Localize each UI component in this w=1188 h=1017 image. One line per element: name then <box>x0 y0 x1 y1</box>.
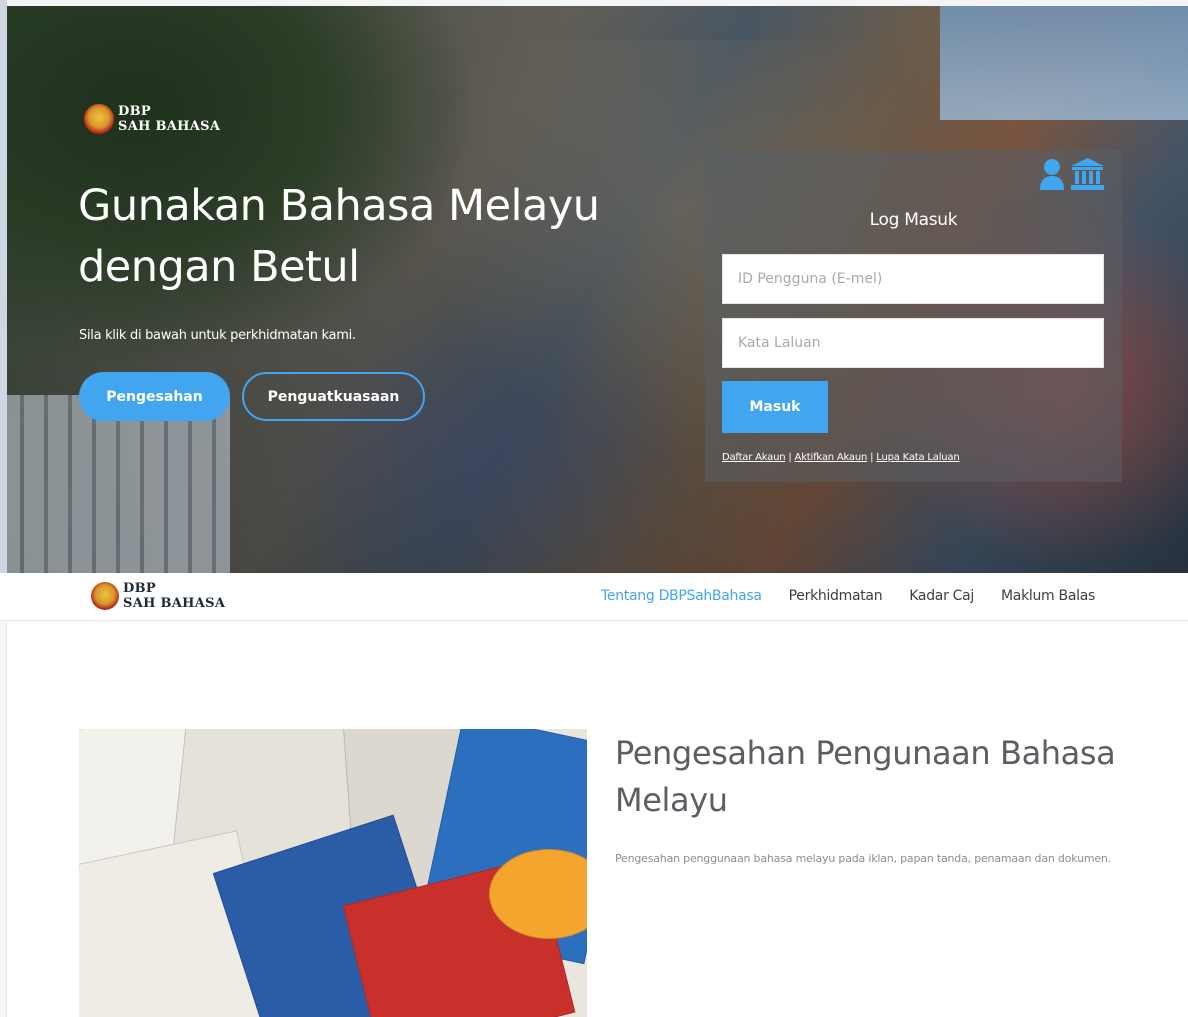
hero-left-edge <box>0 0 7 573</box>
hero-top-edge <box>0 0 1188 6</box>
nav-item-kadar-caj[interactable]: Kadar Caj <box>909 588 974 604</box>
navbar-links: Tentang DBPSahBahasa Perkhidmatan Kadar … <box>574 588 1095 604</box>
navbar-brand-line2: SAH BAHASA <box>123 596 226 611</box>
aktifkan-akaun-link[interactable]: Aktifkan Akaun <box>795 452 868 463</box>
hero-subtitle: Sila klik di bawah untuk perkhidmatan ka… <box>79 328 356 343</box>
hero-brand-logo[interactable]: DBP SAH BAHASA <box>84 104 220 134</box>
daftar-akaun-link[interactable]: Daftar Akaun <box>722 452 786 463</box>
hero-title: Gunakan Bahasa Melayu dengan Betul <box>78 181 600 292</box>
newspapers-image <box>79 729 587 1017</box>
page-left-edge <box>0 573 7 1017</box>
nav-item-maklum-balas[interactable]: Maklum Balas <box>1001 588 1095 604</box>
dbp-emblem-icon <box>84 104 114 134</box>
login-panel: Log Masuk Masuk Daftar Akaun|Aktifkan Ak… <box>705 150 1122 482</box>
navbar-brand-logo[interactable]: DBP SAH BAHASA <box>91 581 225 611</box>
pengesahan-button[interactable]: Pengesahan <box>79 372 230 421</box>
nav-item-tentang[interactable]: Tentang DBPSahBahasa <box>601 588 762 604</box>
username-input[interactable] <box>722 254 1104 304</box>
lupa-kata-laluan-link[interactable]: Lupa Kata Laluan <box>876 452 959 463</box>
main-navbar: DBP SAH BAHASA Tentang DBPSahBahasa Perk… <box>0 573 1188 621</box>
masuk-button[interactable]: Masuk <box>722 381 828 433</box>
login-title-text: Log Masuk <box>869 210 958 230</box>
link-separator: | <box>788 452 792 463</box>
hero-brand-line1: DBP <box>118 104 151 119</box>
user-icon[interactable] <box>1039 158 1065 195</box>
dbp-emblem-icon <box>91 582 119 610</box>
section-description: Pengesahan penggunaan bahasa melayu pada… <box>615 852 1111 865</box>
penguatkuasaan-button[interactable]: Penguatkuasaan <box>242 372 425 421</box>
hero-sky <box>940 0 1188 120</box>
login-title: Log Masuk <box>705 210 1122 230</box>
login-links: Daftar Akaun | Aktifkan Akaun | Lupa Kata La… <box>722 452 960 463</box>
hero-brand-line2: SAH BAHASA <box>118 119 221 134</box>
navbar-brand-line1: DBP <box>123 581 156 596</box>
nav-item-perkhidmatan[interactable]: Perkhidmatan <box>789 588 883 604</box>
link-separator: | <box>870 452 874 463</box>
login-type-icons <box>1039 158 1104 195</box>
institution-icon[interactable] <box>1071 158 1104 195</box>
password-input[interactable] <box>722 318 1104 368</box>
navbar-brand-text: DBP SAH BAHASA <box>123 581 225 611</box>
hero-building <box>0 395 230 573</box>
hero-banner: DBP SAH BAHASA Gunakan Bahasa Melayu den… <box>0 0 1188 573</box>
section-title: Pengesahan Pengunaan Bahasa Melayu <box>615 734 1116 819</box>
hero-brand-text: DBP SAH BAHASA <box>118 104 220 134</box>
